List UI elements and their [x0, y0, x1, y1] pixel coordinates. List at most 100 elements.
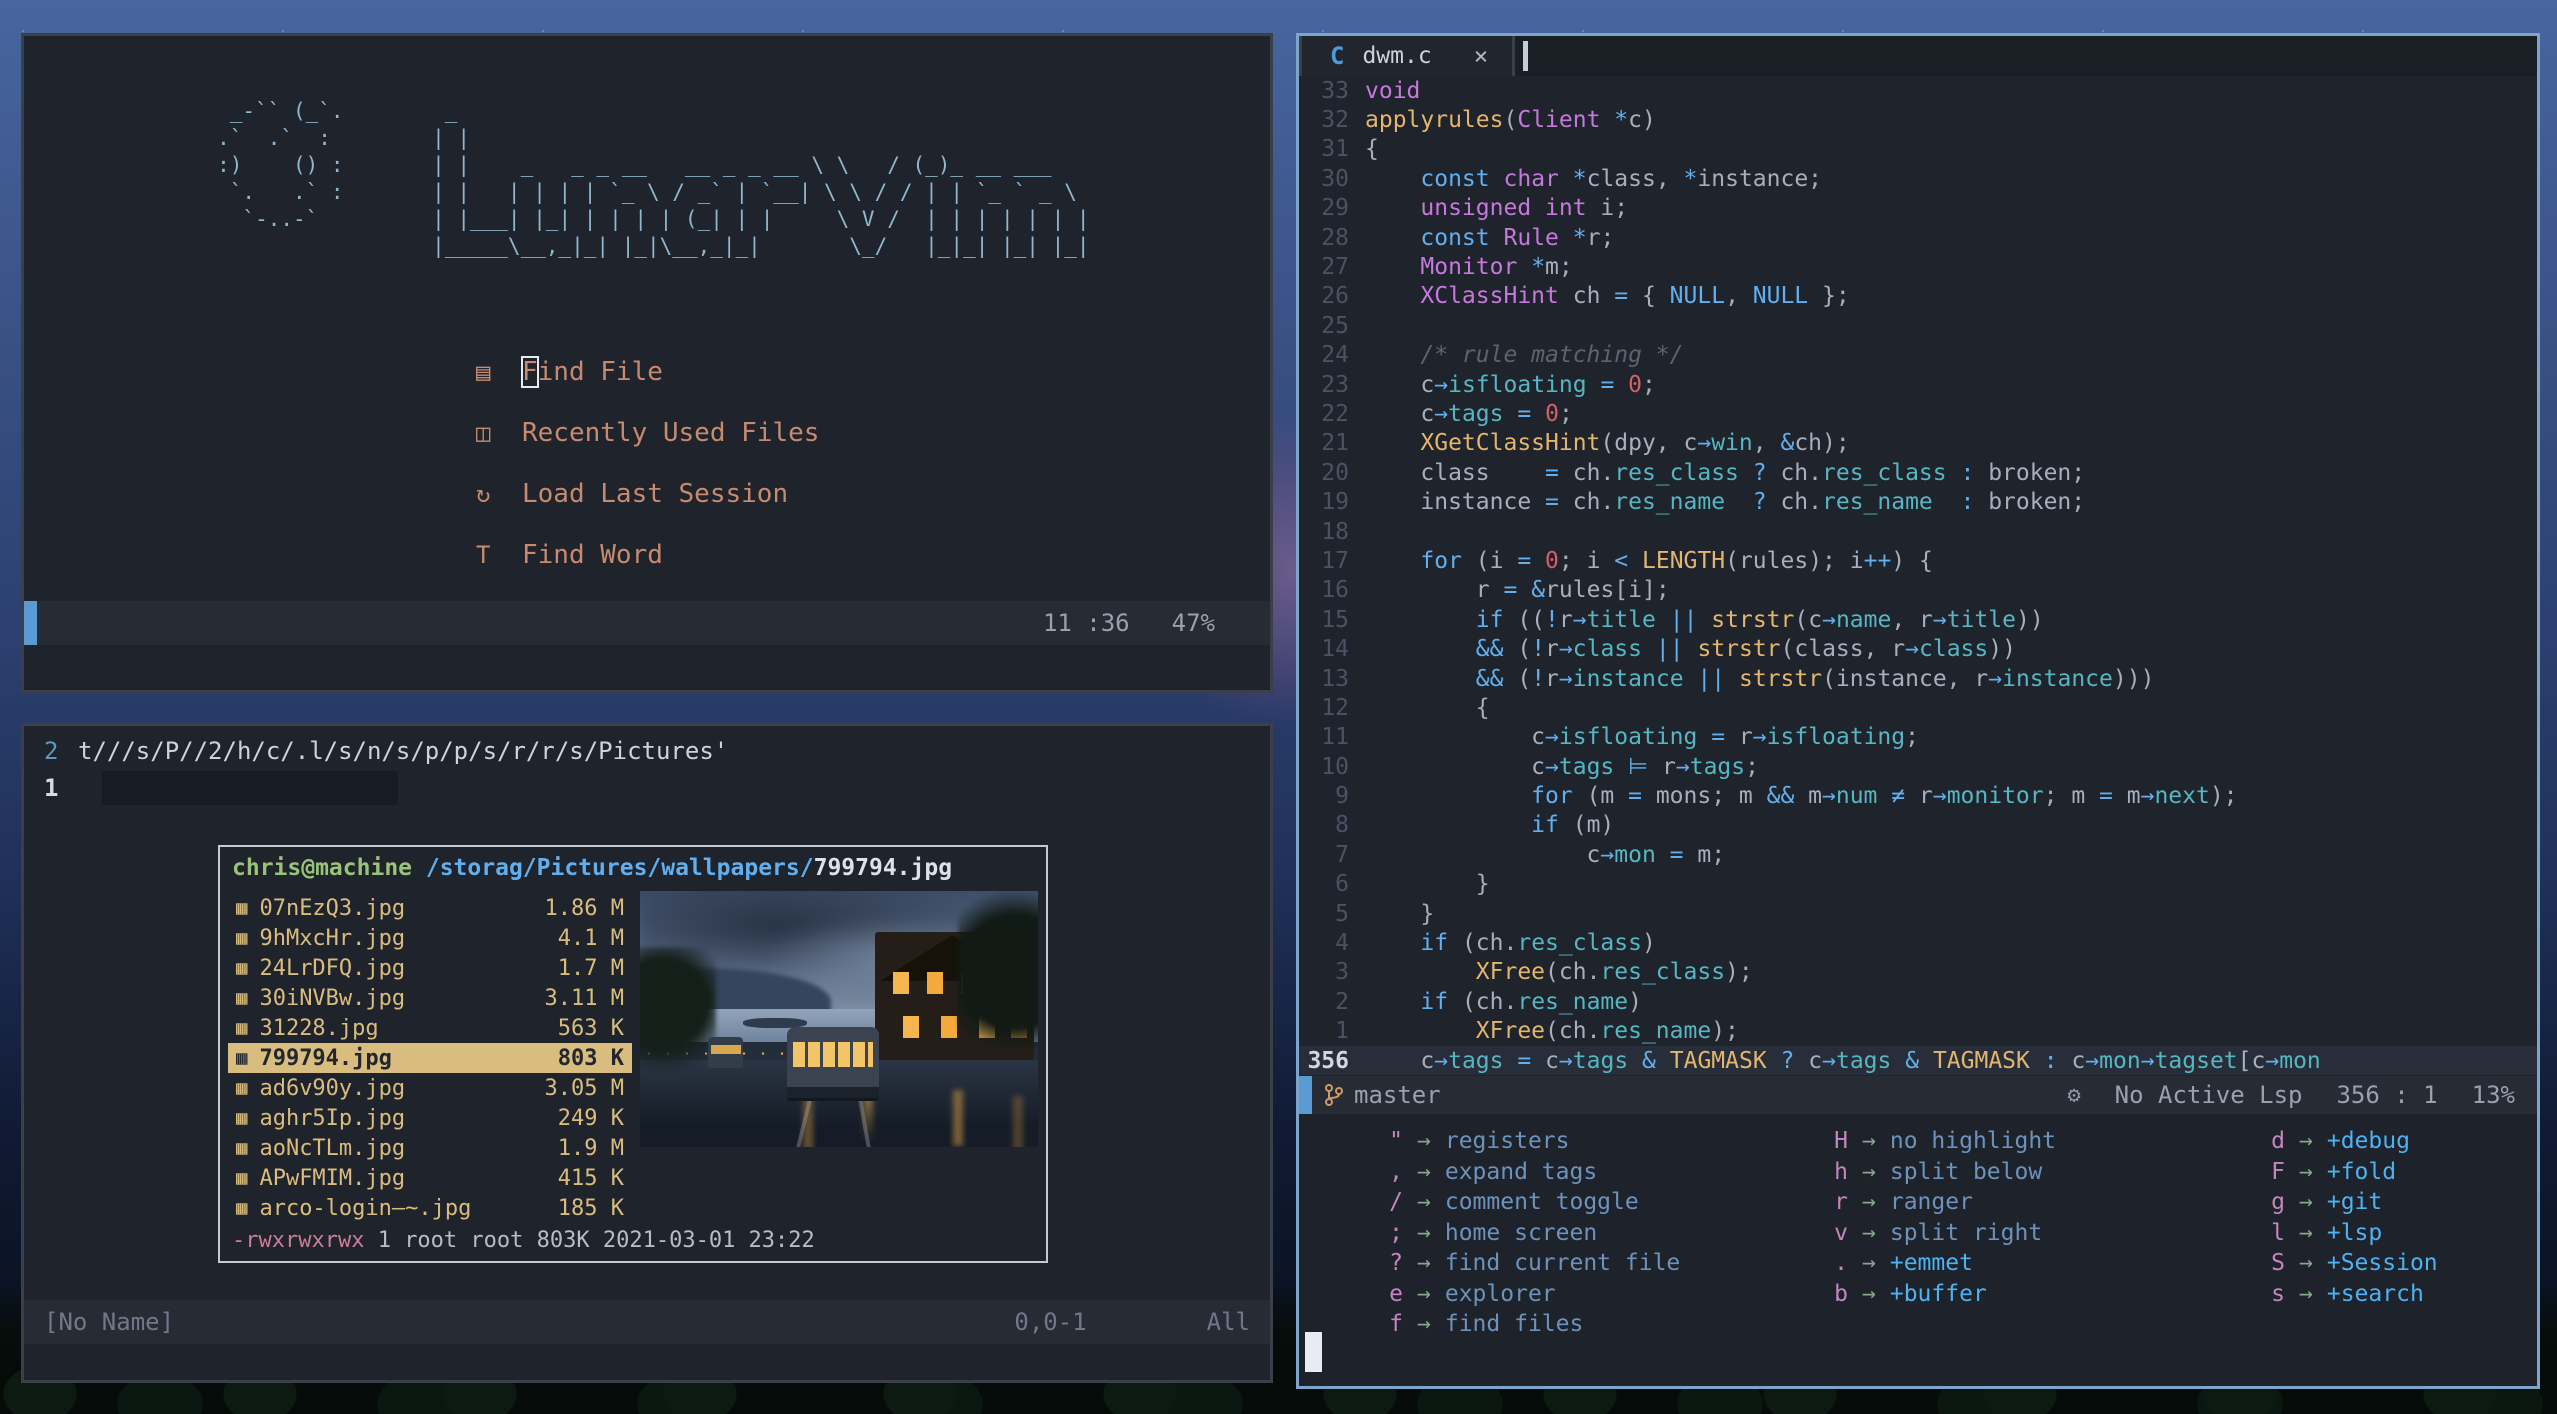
whichkey-key: d — [2271, 1128, 2285, 1155]
window-lunarvim-dashboard[interactable]: _-`` (_`. _ .` .` : | | :) () : | | _ _ … — [21, 33, 1273, 693]
code-text: c→tags = 0; — [1365, 400, 1573, 427]
file-row[interactable]: ▦ 9hMxcHr.jpg 4.1 M — [228, 923, 632, 953]
file-row[interactable]: ▦ 07nEzQ3.jpg 1.86 M — [228, 893, 632, 923]
whichkey-binding: / → comment toggle — [1369, 1187, 1680, 1218]
code-text: XFree(ch.res_name); — [1475, 1018, 1739, 1045]
file-row[interactable]: ▦ arco-login—~.jpg 185 K — [228, 1193, 632, 1223]
code-line: 25 — [1299, 311, 2537, 340]
line-number: 6 — [1335, 871, 1349, 898]
code-line: 31 { — [1299, 135, 2537, 164]
code-line: 13 && (!r→instance || strstr(instance, r… — [1299, 664, 2537, 693]
code-line: 21 XGetClassHint(dpy, c→win, &ch); — [1299, 429, 2537, 458]
line-number: 16 — [1321, 577, 1349, 604]
code-line: 27 Monitor *m; — [1299, 252, 2537, 281]
file-row[interactable]: ▦ 30iNVBw.jpg 3.11 M — [228, 983, 632, 1013]
code-text: for (m = mons; m && m→num ≠ r→monitor; m… — [1531, 783, 2238, 810]
file-size: 803 K — [557, 1045, 624, 1071]
code-text: c→isfloating = 0; — [1365, 371, 1656, 398]
whichkey-binding: ; → home screen — [1369, 1218, 1680, 1249]
arrow-right-icon: → — [2299, 1128, 2313, 1155]
whichkey-key: h — [1834, 1158, 1848, 1185]
code-line: 15 if ((!r→title || strstr(c→name, r→tit… — [1299, 605, 2537, 634]
file-size: 249 K — [557, 1105, 624, 1131]
whichkey-key: ; — [1389, 1219, 1403, 1246]
line-number: 24 — [1321, 342, 1349, 369]
code-area[interactable]: 33 void 32 applyrules(Client *c) 31{30 const… — [1299, 76, 2537, 1076]
git-branch-icon — [1325, 1084, 1343, 1106]
file-row[interactable]: ▦ APwFMIM.jpg 415 K — [228, 1163, 632, 1193]
whichkey-binding: b → +buffer — [1814, 1279, 2056, 1310]
whichkey-key: F — [2271, 1158, 2285, 1185]
file-name: aghr5Ip.jpg — [259, 1105, 406, 1131]
menu-item-load-last-session[interactable]: ↻ Load Last Session — [476, 479, 819, 509]
code-line: 20 class = ch.res_class ? ch.res_class :… — [1299, 458, 2537, 487]
line-number: 27 — [1321, 254, 1349, 281]
code-line: 19 instance = ch.res_name ? ch.res_name … — [1299, 487, 2537, 516]
menu-item-find-word[interactable]: T Find Word — [476, 540, 819, 570]
code-text: && (!r→instance || strstr(instance, r→in… — [1475, 665, 2155, 692]
whichkey-column-2: H → no highlight h → split below r → ranger v → spl… — [1814, 1126, 2056, 1309]
image-file-icon: ▦ — [236, 1047, 248, 1069]
whichkey-popup: " → registers, → expand tags / → comment toggle… — [1299, 1114, 2537, 1386]
line-number: 12 — [1321, 694, 1349, 721]
dashboard-statusline: 11 :36 47% — [24, 601, 1270, 645]
file-name: 799794.jpg — [259, 1045, 392, 1071]
whichkey-key: s — [2271, 1280, 2285, 1307]
file-row[interactable]: ▦ ad6v90y.jpg 3.05 M — [228, 1073, 632, 1103]
file-size: 563 K — [557, 1015, 624, 1041]
code-text: if (ch.res_class) — [1420, 930, 1656, 957]
code-text: { — [1365, 136, 1379, 163]
c-language-icon: C — [1330, 42, 1345, 70]
file-row[interactable]: ▦ 24LrDFQ.jpg 1.7 M — [228, 953, 632, 983]
whichkey-key: . — [1834, 1250, 1848, 1277]
menu-item-find-file[interactable]: ▤ Find File — [476, 356, 819, 388]
whichkey-binding: " → registers — [1369, 1126, 1680, 1157]
code-line: 26 XClassHint ch = { NULL, NULL }; — [1299, 282, 2537, 311]
whichkey-key: " — [1389, 1128, 1403, 1155]
window-editor[interactable]: C dwm.c × 33 void 32 applyrules(Client *c) 3… — [1296, 33, 2540, 1389]
file-size: 3.11 M — [544, 985, 624, 1011]
whichkey-column-3: d → +debug F → +fold g → +git l → +lsp S → +Session s → +… — [2251, 1126, 2438, 1309]
arrow-right-icon: → — [1417, 1189, 1431, 1216]
code-text: c→tags = c→tags & TAGMASK ? c→tags & TAG… — [1365, 1047, 2321, 1074]
file-row[interactable]: ▦ 799794.jpg 803 K — [228, 1043, 632, 1073]
file-row[interactable]: ▦ aoNcTLm.jpg 1.9 M — [228, 1133, 632, 1163]
code-text: applyrules(Client *c) — [1365, 107, 1656, 134]
line-number: 29 — [1321, 195, 1349, 222]
whichkey-binding: . → +emmet — [1814, 1248, 2056, 1279]
code-text: && (!r→class || strstr(class, r→class)) — [1475, 636, 2016, 663]
editor-statusline: master ⚙ No Active Lsp 356 : 1 13% — [1299, 1076, 2537, 1114]
line-number: 19 — [1321, 489, 1349, 516]
file-name: 30iNVBw.jpg — [259, 985, 406, 1011]
whichkey-key: g — [2271, 1189, 2285, 1216]
code-line: 4 if (ch.res_class) — [1299, 928, 2537, 957]
file-name: APwFMIM.jpg — [259, 1165, 406, 1191]
file-row[interactable]: ▦ aghr5Ip.jpg 249 K — [228, 1103, 632, 1133]
whichkey-key: , — [1389, 1158, 1403, 1185]
whichkey-description: +lsp — [2326, 1219, 2383, 1246]
whichkey-key: H — [1834, 1128, 1848, 1155]
menu-item-recently-used-files[interactable]: ◫ Recently Used Files — [476, 418, 819, 448]
tab-close-icon[interactable]: × — [1474, 42, 1488, 70]
line-number: 8 — [1335, 812, 1349, 839]
command-line-cursor — [1305, 1332, 1322, 1372]
line-number: 2 — [44, 736, 59, 765]
arrow-right-icon: → — [2299, 1219, 2313, 1246]
scroll-percent: 13% — [2471, 1081, 2515, 1109]
arrow-right-icon: → — [1417, 1158, 1431, 1185]
permissions-detail: 1 root root 803K 2021-03-01 23:22 — [364, 1228, 815, 1253]
line-number: 30 — [1321, 165, 1349, 192]
tab-dwm-c[interactable]: C dwm.c × — [1299, 36, 1516, 76]
whichkey-description: split below — [1889, 1158, 2043, 1185]
whichkey-column-1: " → registers, → expand tags / → comment toggle… — [1369, 1126, 1680, 1340]
code-text: c→isfloating = r→isfloating; — [1365, 724, 1919, 751]
file-row[interactable]: ▦ 31228.jpg 563 K — [228, 1013, 632, 1043]
arrow-right-icon: → — [1417, 1250, 1431, 1277]
window-file-picker[interactable]: 2 t///s/P//2/h/c/.l/s/n/s/p/p/s/r/r/s/Pi… — [21, 723, 1273, 1383]
whichkey-binding: s → +search — [2251, 1279, 2438, 1310]
code-text: for (i = 0; i < LENGTH(rules); i++) { — [1420, 547, 1933, 574]
arrow-right-icon: → — [1862, 1189, 1876, 1216]
whichkey-description: +git — [2326, 1189, 2383, 1216]
whichkey-description: +debug — [2326, 1128, 2410, 1155]
arrow-right-icon: → — [1417, 1128, 1431, 1155]
